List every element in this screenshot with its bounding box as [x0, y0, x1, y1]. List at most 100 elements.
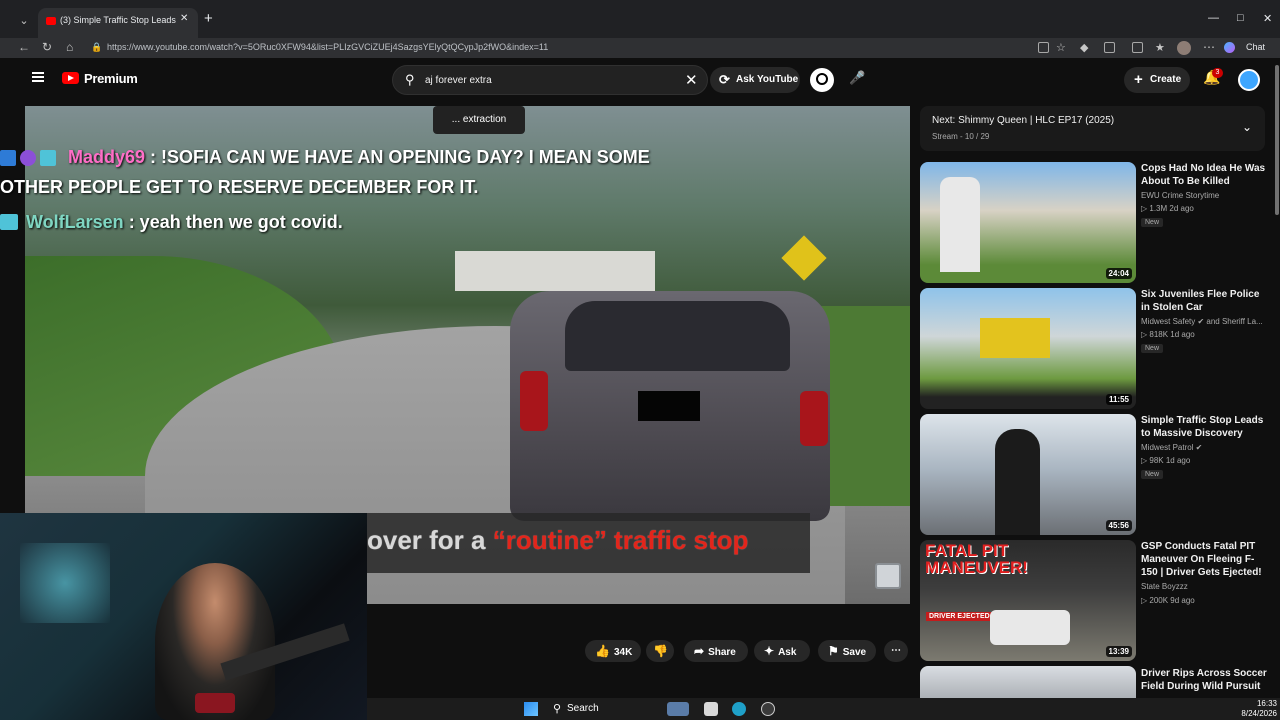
favorites-icon[interactable]: ★	[1155, 41, 1165, 54]
suv-taillight-right	[800, 391, 828, 446]
youtube-favicon-icon	[46, 17, 56, 25]
url-field[interactable]: https://www.youtube.com/watch?v=5ORuc0XF…	[107, 42, 548, 52]
extensions-puzzle-icon[interactable]	[1104, 42, 1115, 53]
copilot-icon[interactable]	[1224, 42, 1235, 53]
chat-badges	[0, 150, 60, 166]
taskbar-search-label: Search	[567, 703, 599, 714]
home-icon[interactable]: ⌂	[66, 40, 73, 54]
search-box[interactable]: ⚲ ✕	[392, 65, 708, 95]
search-input[interactable]	[425, 73, 675, 87]
bookmark-icon: ⚑	[828, 644, 839, 658]
channel-name[interactable]: State Boyzzz	[1141, 582, 1188, 591]
clear-search-icon[interactable]: ✕	[685, 71, 698, 89]
video-thumbnail[interactable]: 45:56	[920, 414, 1136, 535]
clock-time: 16:33	[1256, 699, 1277, 708]
thumb-subheadline: DRIVER EJECTED	[926, 612, 993, 621]
site-info-icon[interactable]: 🔒	[91, 42, 102, 53]
video-thumbnail[interactable]: FATAL PIT MANEUVER! DRIVER EJECTED 13:39	[920, 540, 1136, 661]
tab-list-chevron-icon[interactable]: ⌄	[12, 10, 36, 32]
taskbar-app-icon[interactable]	[761, 702, 775, 716]
shirt-logo	[195, 693, 235, 713]
file-explorer-icon[interactable]	[704, 702, 718, 716]
create-button[interactable]: + Create	[1124, 67, 1190, 93]
browser-tab-active[interactable]: (3) Simple Traffic Stop Leads to 15 ✕	[38, 8, 198, 38]
edge-browser-icon[interactable]	[732, 702, 746, 716]
chat-text: : yeah then we got covid.	[123, 212, 343, 232]
school-crossing-sign	[781, 235, 827, 281]
video-scene-house	[455, 251, 655, 291]
extension-icon[interactable]	[1038, 42, 1049, 53]
taskbar-app-icon[interactable]	[667, 702, 689, 716]
tab-close-icon[interactable]: ✕	[180, 13, 188, 24]
channel-name[interactable]: Midwest Safety ✔ and Sheriff La...	[1141, 317, 1263, 326]
account-avatar[interactable]	[1238, 69, 1260, 91]
window-close-icon[interactable]: ✕	[1263, 12, 1272, 25]
video-thumbnail[interactable]: 11:55	[920, 288, 1136, 409]
maximize-icon[interactable]: □	[1237, 12, 1244, 24]
clock-date: 8/24/2026	[1241, 709, 1277, 718]
system-clock[interactable]: 16:33 8/24/2026	[1237, 699, 1277, 719]
video-meta: ▷ 98K 1d ago	[1141, 456, 1191, 465]
search-suggestion[interactable]: ... extraction	[433, 106, 525, 134]
minimize-icon[interactable]: —	[1208, 12, 1219, 24]
streamer-webcam-overlay	[0, 513, 367, 720]
channel-watermark-icon[interactable]	[875, 563, 901, 589]
reload-icon[interactable]: ↻	[42, 40, 52, 54]
chat-message: Maddy69 : !SOFIA CAN WE HAVE AN OPENING …	[68, 147, 650, 168]
profile-avatar-icon[interactable]	[1177, 41, 1191, 55]
create-label: Create	[1150, 74, 1182, 85]
more-menu-icon[interactable]: ⋯	[1203, 40, 1215, 54]
badge-icon	[20, 150, 36, 166]
notification-count-badge: 3	[1212, 68, 1223, 78]
favorite-star-icon[interactable]: ☆	[1056, 41, 1066, 54]
chat-message-continued: OTHER PEOPLE GET TO RESERVE DECEMBER FOR…	[0, 177, 479, 197]
hamburger-menu-icon[interactable]	[32, 72, 44, 82]
playlist-next-panel[interactable]: Next: Shimmy Queen | HLC EP17 (2025) Str…	[920, 106, 1265, 151]
extension-diamond-icon[interactable]: ◆	[1080, 41, 1088, 54]
censored-license-plate	[638, 391, 700, 421]
video-duration: 11:55	[1105, 394, 1132, 405]
video-title[interactable]: Simple Traffic Stop Leads to Massive Dis…	[1141, 414, 1271, 440]
caption-text: over for a	[367, 525, 493, 555]
page-scrollbar[interactable]	[1275, 65, 1279, 215]
badge-icon	[0, 150, 16, 166]
suv-rear-window	[565, 301, 790, 371]
video-title[interactable]: GSP Conducts Fatal PIT Maneuver On Fleei…	[1141, 540, 1271, 579]
like-button[interactable]: 👍 34K	[585, 640, 641, 662]
share-button[interactable]: ➦ Share	[684, 640, 748, 662]
video-title[interactable]: Driver Rips Across Soccer Field During W…	[1141, 667, 1271, 693]
video-title[interactable]: Cops Had No Idea He Was About To Be Kill…	[1141, 162, 1271, 188]
new-tab-plus-icon[interactable]: +	[204, 10, 213, 27]
taskbar-search[interactable]: ⚲ Search	[547, 700, 647, 718]
save-button[interactable]: ⚑ Save	[818, 640, 876, 662]
thumb-truck	[990, 610, 1070, 645]
channel-name[interactable]: Midwest Patrol ✔	[1141, 443, 1202, 452]
chat-button[interactable]: Chat	[1246, 42, 1265, 52]
video-meta: ▷ 200K 9d ago	[1141, 596, 1195, 605]
video-title[interactable]: Six Juveniles Flee Police in Stolen Car	[1141, 288, 1271, 314]
share-label: Share	[708, 647, 736, 658]
chevron-down-icon[interactable]: ⌄	[1242, 120, 1252, 134]
badge-icon	[40, 150, 56, 166]
more-actions-button[interactable]: ⋯	[884, 640, 908, 662]
address-bar-row: ← ↻ ⌂ 🔒 https://www.youtube.com/watch?v=…	[0, 38, 1280, 58]
youtube-logo-icon[interactable]	[62, 72, 79, 84]
windows-taskbar: ⚲ Search 16:33 8/24/2026	[367, 698, 1280, 720]
channel-name[interactable]: EWU Crime Storytime	[1141, 191, 1219, 200]
youtube-header: Premium ⚲ ✕ ⟳ Ask YouTube 🎤 + Create 🔔 3	[0, 58, 1280, 103]
search-submit-button[interactable]	[810, 68, 834, 92]
windows-start-icon[interactable]	[524, 702, 538, 716]
ask-label: Ask	[778, 647, 797, 658]
ask-youtube-label: Ask YouTube	[736, 74, 799, 85]
ask-youtube-button[interactable]: ⟳ Ask YouTube	[710, 67, 800, 93]
back-arrow-icon[interactable]: ←	[18, 40, 30, 54]
ask-button[interactable]: ✦ Ask	[754, 640, 810, 662]
video-thumbnail[interactable]: 24:04	[920, 162, 1136, 283]
dislike-button[interactable]: 👎	[646, 640, 674, 662]
next-video-title: Next: Shimmy Queen | HLC EP17 (2025)	[932, 115, 1115, 126]
split-screen-icon[interactable]	[1132, 42, 1143, 53]
microphone-icon[interactable]: 🎤	[849, 70, 865, 86]
youtube-premium-brand[interactable]: Premium	[84, 71, 138, 86]
browser-tab-bar: ⌄ (3) Simple Traffic Stop Leads to 15 ✕ …	[0, 0, 1280, 38]
new-badge: New	[1141, 470, 1164, 479]
